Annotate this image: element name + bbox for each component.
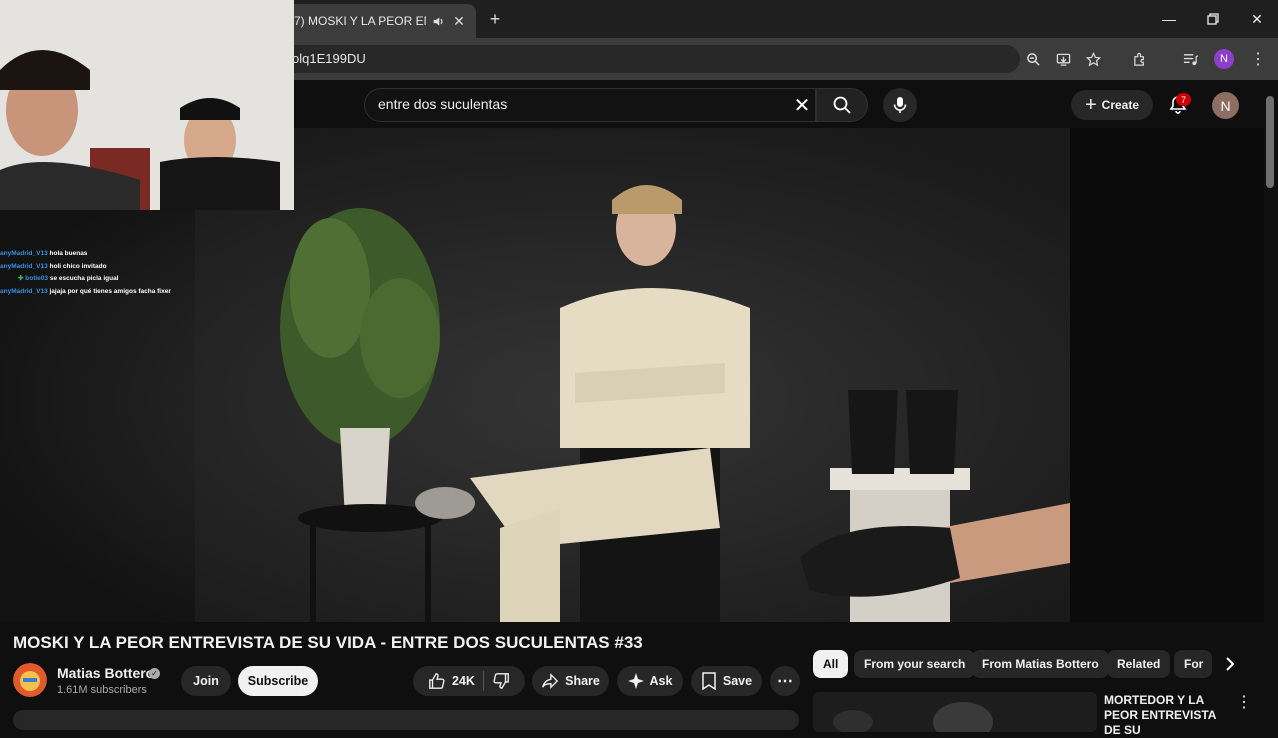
- recommended-video-thumbnail[interactable]: [813, 692, 1097, 732]
- subscriber-count: 1.61M subscribers: [57, 684, 147, 696]
- search-button[interactable]: [816, 88, 868, 122]
- channel-name[interactable]: Matias Bottero: [57, 665, 154, 681]
- chip-for-you[interactable]: For: [1174, 650, 1212, 678]
- chip-from-channel[interactable]: From Matias Bottero: [972, 650, 1109, 678]
- plus-icon: +: [1084, 93, 1097, 116]
- video-side-area: [1070, 128, 1264, 622]
- create-label: Create: [1101, 98, 1140, 112]
- like-count: 24K: [452, 674, 475, 688]
- chat-message: ✚ botie03 se escucha picla igual: [18, 275, 119, 283]
- chat-message: anyMadrid_V13 hola buenas: [0, 250, 88, 257]
- description-box[interactable]: [13, 710, 799, 730]
- extensions-icon[interactable]: [1129, 48, 1151, 70]
- install-app-icon[interactable]: [1052, 48, 1074, 70]
- voice-search-button[interactable]: [883, 88, 917, 122]
- browser-menu-icon[interactable]: ⋮: [1247, 48, 1269, 70]
- profile-avatar[interactable]: N: [1214, 49, 1234, 69]
- like-dislike-group: 24K: [413, 666, 525, 696]
- recommended-video-title[interactable]: MORTEDOR Y LA PEOR ENTREVISTA DE SU: [1104, 693, 1234, 738]
- chevron-right-icon[interactable]: [1218, 652, 1242, 676]
- media-control-icon[interactable]: [1179, 48, 1201, 70]
- chip-from-your-search[interactable]: From your search: [854, 650, 976, 678]
- like-button[interactable]: 24K: [428, 672, 475, 690]
- chat-message: anyMadrid_V13 jajaja por qué tienes amig…: [0, 288, 171, 296]
- subscribe-button[interactable]: Subscribe: [238, 666, 318, 696]
- thumbs-down-icon: [493, 673, 509, 689]
- chip-all[interactable]: All: [813, 650, 849, 678]
- search-icon: [833, 96, 851, 114]
- minimize-icon[interactable]: —: [1147, 0, 1191, 38]
- dislike-button[interactable]: [492, 672, 510, 690]
- ask-button[interactable]: Ask: [617, 666, 683, 696]
- microphone-icon: [893, 97, 907, 113]
- chat-message: anyMadrid_V13 holi chico invitado: [0, 262, 107, 270]
- zoom-icon[interactable]: [1022, 48, 1044, 70]
- channel-avatar[interactable]: [13, 663, 47, 697]
- more-vertical-icon[interactable]: ⋮: [1236, 694, 1252, 711]
- bookmark-icon: [702, 672, 716, 690]
- restore-icon[interactable]: [1191, 0, 1235, 38]
- close-window-icon[interactable]: ✕: [1235, 0, 1278, 38]
- page-scrollbar[interactable]: [1266, 96, 1274, 188]
- notification-badge: 7: [1176, 93, 1191, 106]
- clear-search-icon[interactable]: ✕: [790, 93, 814, 117]
- like-divider: [482, 671, 484, 691]
- browser-tab[interactable]: 7) MOSKI Y LA PEOR ENTREVISTA ✕: [286, 4, 476, 38]
- chip-related[interactable]: Related: [1107, 650, 1171, 678]
- address-bar[interactable]: [280, 45, 1020, 73]
- save-button[interactable]: Save: [691, 666, 762, 696]
- ask-label: Ask: [649, 674, 673, 688]
- join-button[interactable]: Join: [181, 666, 231, 696]
- sparkle-icon: [627, 673, 644, 689]
- tab-title: 7) MOSKI Y LA PEOR ENTREVISTA: [294, 14, 426, 28]
- share-button[interactable]: Share: [532, 666, 609, 696]
- account-avatar[interactable]: N: [1212, 92, 1239, 119]
- save-label: Save: [722, 674, 753, 688]
- more-actions-icon[interactable]: ⋯: [770, 666, 800, 696]
- video-title: MOSKI Y LA PEOR ENTREVISTA DE SU VIDA - …: [13, 633, 643, 652]
- share-label: Share: [565, 674, 600, 688]
- new-tab-icon[interactable]: +: [484, 8, 506, 30]
- verified-icon: ✓: [149, 668, 160, 679]
- webcam-overlay: [0, 0, 294, 210]
- share-icon: [542, 673, 559, 689]
- url-text[interactable]: olq1E199DU: [292, 51, 366, 66]
- speaker-icon[interactable]: [430, 13, 446, 29]
- search-query[interactable]: entre dos suculentas: [378, 96, 507, 112]
- thumbs-up-icon: [429, 673, 445, 689]
- create-button[interactable]: + Create: [1071, 90, 1153, 120]
- close-tab-icon[interactable]: ✕: [450, 12, 468, 30]
- stream-chat: anyMadrid_V13 hola buenas anyMadrid_V13 …: [0, 248, 200, 299]
- bookmark-star-icon[interactable]: [1082, 48, 1104, 70]
